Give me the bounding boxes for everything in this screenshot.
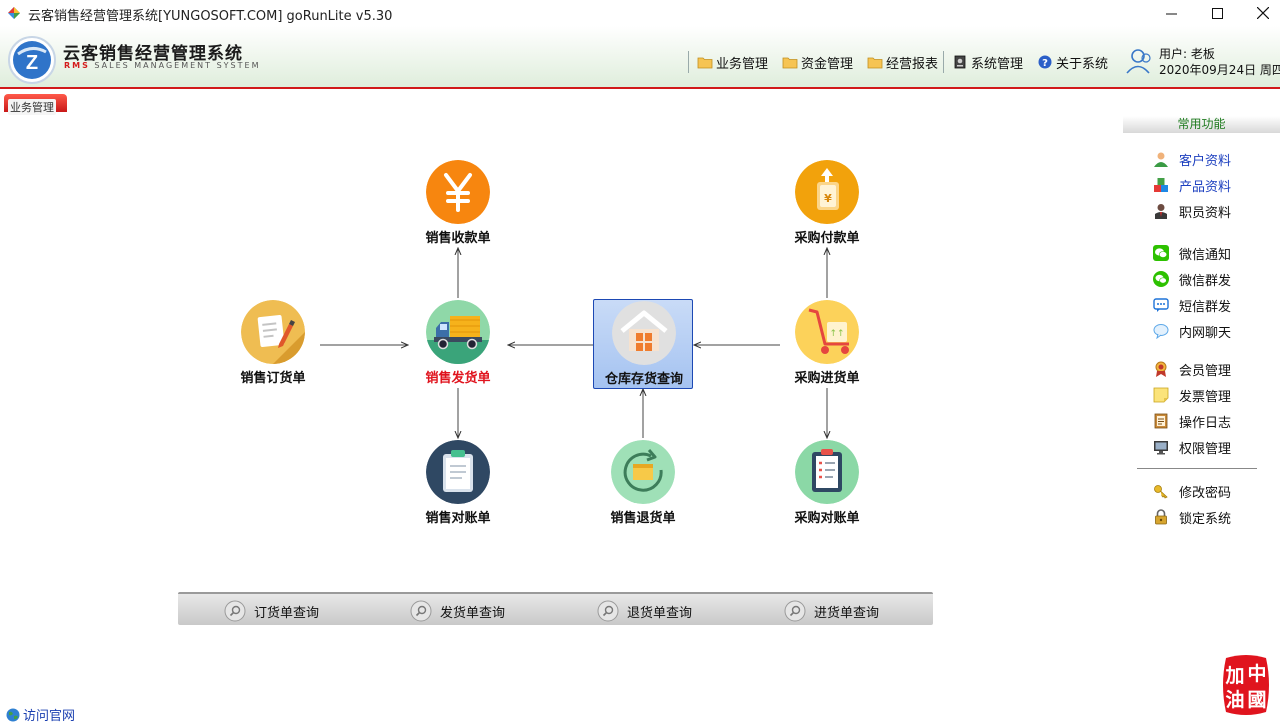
- order-query-button[interactable]: 订货单查询: [224, 599, 319, 623]
- sidebar-item-change-password[interactable]: 修改密码: [1153, 482, 1231, 501]
- sales-receipt-node[interactable]: 销售收款单: [408, 160, 508, 250]
- product-icon: [1154, 178, 1168, 192]
- log-icon: [1154, 413, 1168, 429]
- node-label: 销售对账单: [425, 511, 491, 526]
- svg-text:↑↑: ↑↑: [829, 329, 844, 339]
- search-icon: [597, 600, 619, 622]
- purchase-receipt-node[interactable]: ↑↑ 采购进货单: [777, 300, 877, 390]
- svg-text:國: 國: [1247, 689, 1266, 711]
- sidebar-divider: [1137, 468, 1257, 469]
- svg-text:油: 油: [1225, 689, 1244, 711]
- globe-icon: [6, 708, 20, 721]
- invoice-icon: [1153, 387, 1169, 403]
- return-query-button[interactable]: 退货单查询: [597, 599, 692, 623]
- sidebar-item-permissions[interactable]: 权限管理: [1153, 438, 1231, 457]
- search-icon: [784, 600, 806, 622]
- node-label: 销售订货单: [240, 371, 306, 386]
- query-bar: 订货单查询 发货单查询 退货单查询 进货单查询: [178, 592, 933, 625]
- key-icon: [1154, 485, 1168, 499]
- sidebar-item-sms[interactable]: 短信群发: [1153, 296, 1231, 315]
- sidebar-item-wechat-broadcast[interactable]: 微信群发: [1153, 270, 1231, 289]
- purchase-payment-node[interactable]: ¥ 采购付款单: [777, 160, 877, 250]
- lock-icon: [1155, 509, 1167, 525]
- svg-text:中: 中: [1247, 662, 1266, 685]
- sales-return-node[interactable]: 销售退货单: [593, 440, 693, 530]
- warehouse-icon: [612, 301, 676, 365]
- search-icon: [224, 600, 246, 622]
- return-icon: [611, 440, 675, 504]
- sidebar-item-products[interactable]: 产品资料: [1153, 176, 1231, 195]
- purchase-statement-node[interactable]: 采购对账单: [777, 440, 877, 530]
- member-icon: [1155, 361, 1167, 377]
- sidebar-item-customers[interactable]: 客户资料: [1153, 150, 1231, 169]
- svg-text:¥: ¥: [824, 192, 832, 205]
- employee-icon: [1155, 204, 1167, 219]
- sales-statement-node[interactable]: 销售对账单: [408, 440, 508, 530]
- node-label: 销售收款单: [425, 231, 491, 246]
- sidebar-item-wechat-notify[interactable]: 微信通知: [1153, 244, 1231, 263]
- wechat-icon: [1153, 245, 1169, 261]
- search-icon: [410, 600, 432, 622]
- clipboard-icon: [426, 440, 490, 504]
- yen-icon: [426, 160, 490, 224]
- sidebar-item-logs[interactable]: 操作日志: [1153, 412, 1231, 431]
- sidebar-item-members[interactable]: 会员管理: [1153, 360, 1231, 379]
- stamp-logo: 加 中 油 國: [1223, 655, 1269, 715]
- node-label: 采购付款单: [794, 231, 860, 246]
- node-label: 采购对账单: [794, 511, 860, 526]
- checklist-icon: [795, 440, 859, 504]
- visit-website-link[interactable]: 访问官网: [6, 705, 75, 724]
- wechat-icon: [1153, 271, 1169, 287]
- sidebar-item-lock[interactable]: 锁定系统: [1153, 508, 1231, 527]
- node-label: 仓库存货查询: [604, 372, 683, 387]
- sales-delivery-node[interactable]: 销售发货单: [408, 300, 508, 390]
- order-icon: [241, 300, 305, 364]
- sidebar-title: 常用功能: [1123, 116, 1280, 133]
- chat-icon: [1153, 324, 1169, 339]
- truck-icon: [426, 300, 490, 364]
- purchase-query-button[interactable]: 进货单查询: [784, 599, 879, 623]
- node-label: 销售退货单: [610, 511, 676, 526]
- svg-text:加: 加: [1224, 665, 1244, 687]
- customer-icon: [1154, 152, 1168, 167]
- delivery-query-button[interactable]: 发货单查询: [410, 599, 505, 623]
- sidebar-item-chat[interactable]: 内网聊天: [1153, 322, 1231, 341]
- node-label: 销售发货单: [425, 371, 491, 386]
- sidebar-item-invoices[interactable]: 发票管理: [1153, 386, 1231, 405]
- sales-order-node[interactable]: 销售订货单: [223, 300, 323, 390]
- monitor-icon: [1154, 441, 1168, 455]
- cart-icon: ↑↑: [795, 300, 859, 364]
- inventory-query-node[interactable]: 仓库存货查询: [593, 299, 693, 389]
- sms-icon: [1153, 298, 1169, 312]
- payment-icon: ¥: [795, 160, 859, 224]
- node-label: 采购进货单: [794, 371, 860, 386]
- sidebar-item-employees[interactable]: 职员资料: [1153, 202, 1231, 221]
